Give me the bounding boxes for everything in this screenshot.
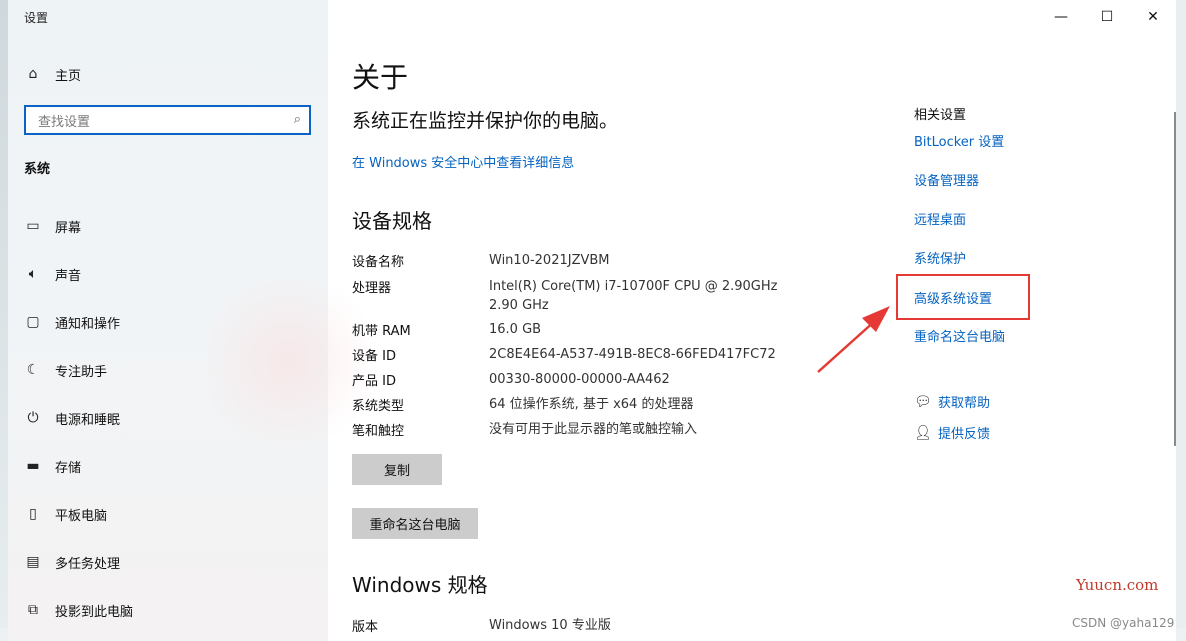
sidebar-item-power[interactable]: ⏻ 电源和睡眠 [8,398,328,438]
desktop-background-right [1176,0,1186,641]
tablet-icon: ▯ [29,506,37,522]
spec-value: 没有可用于此显示器的笔或触控输入 [489,422,698,437]
sidebar-item-label: 存储 [55,460,82,476]
moon-icon: ☾ [26,362,40,378]
spec-key: 机带 RAM [352,324,411,339]
feedback-label: 提供反馈 [938,427,991,442]
sidebar-item-label: 多任务处理 [55,556,121,572]
home-icon: ⌂ [28,66,38,82]
monitor-icon: ▭ [26,218,40,234]
sidebar-item-label: 投影到此电脑 [55,604,134,620]
sidebar-item-label: 声音 [55,268,82,284]
sidebar-item-focus[interactable]: ☾ 专注助手 [8,350,328,390]
rename-pc-button[interactable]: 重命名这台电脑 [352,508,478,539]
section-title: 系统 [24,162,51,177]
related-settings-title: 相关设置 [914,108,967,123]
close-button[interactable]: ✕ [1130,0,1176,34]
copy-button[interactable]: 复制 [352,454,442,485]
device-spec-heading: 设备规格 [352,209,432,233]
speaker-icon: 🔈︎ [28,266,38,282]
csdn-watermark: CSDN @yaha129 [1072,616,1175,630]
get-help-label: 获取帮助 [938,396,991,411]
multitask-icon: ▤ [26,554,40,570]
get-help-link[interactable]: 💬︎ 获取帮助 [914,392,991,412]
sidebar-item-notifications[interactable]: ▢ 通知和操作 [8,302,328,342]
spec-value: 2C8E4E64-A537-491B-8EC8-66FED417FC72 [489,347,776,362]
sidebar-item-tablet[interactable]: ▯ 平板电脑 [8,494,328,534]
sidebar-item-sound[interactable]: 🔈︎ 声音 [8,254,328,294]
spec-value: Windows 10 专业版 [489,618,611,633]
scrollbar[interactable] [1174,112,1176,446]
power-icon: ⏻ [27,410,39,426]
spec-value: Intel(R) Core(TM) i7-10700F CPU @ 2.90GH… [489,279,778,313]
app-title: 设置 [24,11,49,25]
settings-window: 设置 ⌂ 主页 ⌕ 系统 ▭ 屏幕 🔈︎ 声音 ▢ 通知和操作 ☾ 专注助手 ⏻ [8,0,1176,641]
home-label: 主页 [55,68,82,84]
sidebar-item-label: 专注助手 [55,364,108,380]
search-input[interactable] [36,111,280,131]
search-box[interactable]: ⌕ [24,105,311,135]
spec-key: 处理器 [352,281,392,296]
sidebar-item-label: 通知和操作 [55,316,121,332]
security-center-link[interactable]: 在 Windows 安全中心中查看详细信息 [352,152,574,171]
spec-key: 系统类型 [352,399,405,414]
feedback-person-icon: 👤︎ [914,424,932,441]
feedback-link[interactable]: 👤︎ 提供反馈 [914,423,991,443]
search-icon: ⌕ [293,112,301,127]
spec-value: 16.0 GB [489,322,542,337]
spec-key: 笔和触控 [352,424,405,439]
sidebar-item-project[interactable]: ⧉ 投影到此电脑 [8,590,328,630]
spec-value: Win10-2021JZVBM [489,253,610,268]
spec-key: 版本 [352,620,379,635]
maximize-button[interactable]: ☐ [1084,0,1130,34]
spec-key: 设备 ID [352,349,396,364]
help-chat-icon: 💬︎ [914,393,932,410]
sidebar-item-label: 电源和睡眠 [55,412,121,428]
sidebar: 设置 ⌂ 主页 ⌕ 系统 ▭ 屏幕 🔈︎ 声音 ▢ 通知和操作 ☾ 专注助手 ⏻ [8,0,368,641]
spec-value: 64 位操作系统, 基于 x64 的处理器 [489,397,694,412]
spec-key: 产品 ID [352,374,396,389]
spec-key: 设备名称 [352,255,405,270]
protection-status: 系统正在监控并保护你的电脑。 [352,110,619,132]
remote-desktop-link[interactable]: 远程桌面 [914,209,966,228]
rename-pc-link[interactable]: 重命名这台电脑 [914,326,1005,345]
main-content: 关于 系统正在监控并保护你的电脑。 在 Windows 安全中心中查看详细信息 … [328,0,888,641]
site-watermark: Yuucn.com [1076,576,1159,594]
highlight-box [896,274,1030,320]
system-protection-link[interactable]: 系统保护 [914,248,966,267]
project-icon: ⧉ [28,602,38,618]
minimize-button[interactable]: — [1038,0,1084,34]
sidebar-item-home[interactable]: ⌂ 主页 [8,54,328,94]
storage-icon: ▬ [26,458,40,474]
desktop-background [0,0,8,641]
windows-spec-heading: Windows 规格 [352,573,488,597]
sidebar-item-display[interactable]: ▭ 屏幕 [8,206,328,246]
bitlocker-link[interactable]: BitLocker 设置 [914,131,1004,150]
page-title: 关于 [352,61,409,94]
spec-value: 00330-80000-00000-AA462 [489,372,670,387]
sidebar-item-multitasking[interactable]: ▤ 多任务处理 [8,542,328,582]
sidebar-item-storage[interactable]: ▬ 存储 [8,446,328,486]
sidebar-item-label: 屏幕 [55,220,82,236]
notification-icon: ▢ [26,314,40,330]
device-manager-link[interactable]: 设备管理器 [914,170,979,189]
sidebar-item-label: 平板电脑 [55,508,108,524]
